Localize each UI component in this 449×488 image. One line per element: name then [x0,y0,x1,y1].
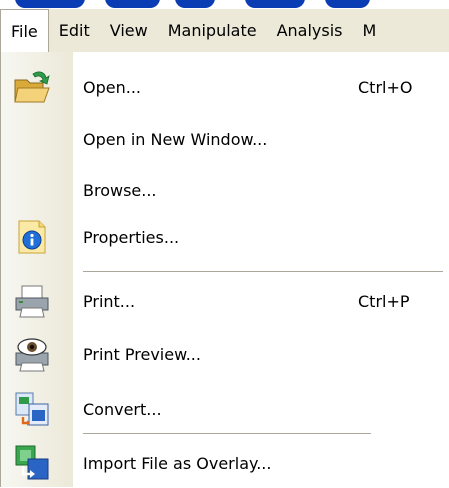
menu-view[interactable]: View [100,9,158,52]
title-bar-fragment [0,0,449,9]
import-overlay-icon [13,444,51,482]
menu-item-print-preview[interactable]: Print Preview... [1,329,449,379]
menu-manipulate[interactable]: Manipulate [158,9,267,52]
menu-item-label: Print Preview... [83,344,201,364]
open-folder-icon [13,68,51,106]
convert-icon [13,390,51,428]
info-properties-icon [13,218,51,256]
file-menu-dropdown: Open... Ctrl+O Open in New Window... Bro… [0,52,449,487]
menu-item-print[interactable]: Print... Ctrl+P [1,276,449,326]
menu-item-browse[interactable]: Browse... [1,165,449,215]
menu-item-properties[interactable]: Properties... [1,212,449,262]
menu-truncated[interactable]: M [353,9,387,52]
menu-file[interactable]: File [0,9,49,52]
menu-item-label: Import File as Overlay... [83,453,272,473]
menu-item-label: Open... [83,77,141,97]
menu-item-convert[interactable]: Convert... [1,384,449,434]
menu-separator [83,271,443,273]
menu-separator [83,433,371,435]
menu-bar: File Edit View Manipulate Analysis M [0,9,449,52]
menu-item-label: Open in New Window... [83,129,268,149]
menu-item-label: Browse... [83,180,157,200]
menu-item-shortcut: Ctrl+P [358,291,410,311]
menu-analysis[interactable]: Analysis [267,9,353,52]
menu-item-open[interactable]: Open... Ctrl+O [1,62,449,112]
menu-item-open-new-window[interactable]: Open in New Window... [1,114,449,164]
menu-item-shortcut: Ctrl+O [358,77,413,97]
menu-item-import-overlay[interactable]: Import File as Overlay... [1,438,449,488]
menu-item-label: Properties... [83,227,180,247]
menu-item-label: Convert... [83,399,162,419]
printer-icon [13,282,51,320]
menu-edit[interactable]: Edit [49,9,100,52]
print-preview-icon [13,335,51,373]
menu-item-label: Print... [83,291,136,311]
